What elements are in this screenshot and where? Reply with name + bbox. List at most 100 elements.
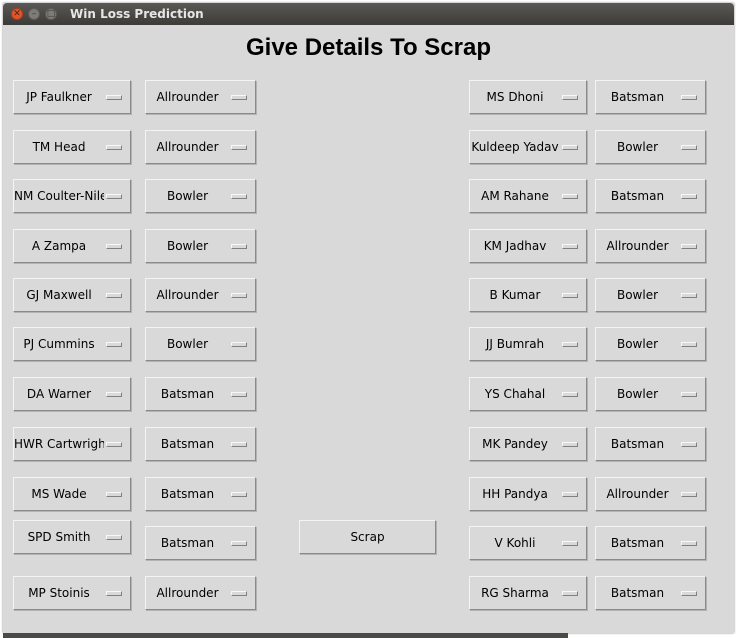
dropdown-indicator-icon bbox=[231, 392, 247, 397]
dropdown-indicator-icon bbox=[681, 541, 697, 546]
dropdown-value: B Kumar bbox=[489, 288, 541, 302]
team1-role-select[interactable]: Batsman bbox=[145, 526, 256, 560]
dropdown-value: HWR Cartwright bbox=[14, 437, 104, 451]
dropdown-indicator-icon bbox=[681, 591, 697, 596]
dropdown-indicator-icon bbox=[562, 492, 578, 497]
dropdown-value: SPD Smith bbox=[27, 530, 91, 544]
team2-role-select[interactable]: Batsman bbox=[595, 179, 706, 213]
team1-role-select[interactable]: Bowler bbox=[145, 179, 256, 213]
dropdown-indicator-icon bbox=[681, 392, 697, 397]
dropdown-value: Kuldeep Yadav bbox=[471, 140, 559, 154]
dropdown-value: DA Warner bbox=[26, 387, 92, 401]
team2-player-select[interactable]: JJ Bumrah bbox=[469, 327, 587, 361]
team1-player-select[interactable]: MS Wade bbox=[13, 477, 131, 511]
team1-role-select[interactable]: Allrounder bbox=[145, 278, 256, 312]
team1-player-select[interactable]: MP Stoinis bbox=[13, 576, 131, 610]
team1-role-select[interactable]: Allrounder bbox=[145, 576, 256, 610]
team2-role-select[interactable]: Bowler bbox=[595, 130, 706, 164]
window-title: Win Loss Prediction bbox=[70, 7, 204, 21]
dropdown-value: NM Coulter-Nile bbox=[14, 189, 104, 203]
dropdown-indicator-icon bbox=[231, 492, 247, 497]
title-bar: ✕ – □ Win Loss Prediction bbox=[3, 3, 734, 25]
team2-player-select[interactable]: HH Pandya bbox=[469, 477, 587, 511]
minimize-window-button[interactable]: – bbox=[28, 8, 40, 20]
page-title: Give Details To Scrap bbox=[246, 34, 491, 61]
team2-role-select[interactable]: Allrounder bbox=[595, 477, 706, 511]
team2-player-select[interactable]: RG Sharma bbox=[469, 576, 587, 610]
dropdown-indicator-icon bbox=[681, 95, 697, 100]
team1-player-select[interactable]: NM Coulter-Nile bbox=[13, 179, 131, 213]
team2-player-select[interactable]: KM Jadhav bbox=[469, 229, 587, 263]
team2-player-select[interactable]: Kuldeep Yadav bbox=[469, 130, 587, 164]
team1-role-select[interactable]: Bowler bbox=[145, 327, 256, 361]
dropdown-indicator-icon bbox=[681, 492, 697, 497]
team1-role-select[interactable]: Allrounder bbox=[145, 130, 256, 164]
dropdown-indicator-icon bbox=[681, 342, 697, 347]
team2-player-select[interactable]: MS Dhoni bbox=[469, 80, 587, 114]
team1-player-select[interactable]: PJ Cummins bbox=[13, 327, 131, 361]
dropdown-value: HH Pandya bbox=[482, 487, 548, 501]
scrap-button[interactable]: Scrap bbox=[299, 520, 436, 554]
dropdown-value: Batsman bbox=[160, 487, 215, 501]
team2-role-select[interactable]: Batsman bbox=[595, 427, 706, 461]
team2-role-select[interactable]: Batsman bbox=[595, 576, 706, 610]
dropdown-value: Allrounder bbox=[156, 288, 219, 302]
taskbar-strip bbox=[3, 633, 568, 638]
team2-role-select[interactable]: Batsman bbox=[595, 80, 706, 114]
dropdown-indicator-icon bbox=[681, 293, 697, 298]
team1-player-select[interactable]: SPD Smith bbox=[13, 520, 131, 554]
app-window: ✕ – □ Win Loss Prediction Give Details T… bbox=[3, 3, 734, 633]
dropdown-indicator-icon bbox=[231, 145, 247, 150]
team2-player-select[interactable]: V Kohli bbox=[469, 526, 587, 560]
team1-role-select[interactable]: Batsman bbox=[145, 377, 256, 411]
dropdown-value: Bowler bbox=[616, 337, 659, 351]
dropdown-indicator-icon bbox=[106, 293, 122, 298]
team1-role-select[interactable]: Allrounder bbox=[145, 80, 256, 114]
team1-player-select[interactable]: JP Faulkner bbox=[13, 80, 131, 114]
close-window-button[interactable]: ✕ bbox=[11, 8, 23, 20]
team2-player-select[interactable]: MK Pandey bbox=[469, 427, 587, 461]
team2-role-select[interactable]: Allrounder bbox=[595, 229, 706, 263]
maximize-window-button[interactable]: □ bbox=[45, 8, 57, 20]
dropdown-value: Allrounder bbox=[156, 90, 219, 104]
dropdown-indicator-icon bbox=[562, 342, 578, 347]
team1-player-select[interactable]: A Zampa bbox=[13, 229, 131, 263]
team2-role-select[interactable]: Bowler bbox=[595, 327, 706, 361]
dropdown-indicator-icon bbox=[231, 194, 247, 199]
dropdown-value: Bowler bbox=[616, 387, 659, 401]
team1-player-select[interactable]: GJ Maxwell bbox=[13, 278, 131, 312]
dropdown-value: Batsman bbox=[610, 437, 665, 451]
dropdown-indicator-icon bbox=[231, 244, 247, 249]
dropdown-indicator-icon bbox=[106, 591, 122, 596]
team2-role-select[interactable]: Bowler bbox=[595, 377, 706, 411]
dropdown-value: JJ Bumrah bbox=[485, 337, 545, 351]
dropdown-indicator-icon bbox=[231, 342, 247, 347]
dropdown-value: Batsman bbox=[160, 536, 215, 550]
dropdown-indicator-icon bbox=[562, 442, 578, 447]
team2-player-select[interactable]: YS Chahal bbox=[469, 377, 587, 411]
team1-role-select[interactable]: Batsman bbox=[145, 477, 256, 511]
dropdown-indicator-icon bbox=[562, 293, 578, 298]
team1-role-select[interactable]: Bowler bbox=[145, 229, 256, 263]
team1-player-select[interactable]: HWR Cartwright bbox=[13, 427, 131, 461]
dropdown-indicator-icon bbox=[231, 591, 247, 596]
dropdown-value: Batsman bbox=[610, 536, 665, 550]
team2-player-select[interactable]: B Kumar bbox=[469, 278, 587, 312]
dropdown-value: JP Faulkner bbox=[26, 90, 92, 104]
maximize-icon: □ bbox=[46, 9, 56, 19]
team2-role-select[interactable]: Batsman bbox=[595, 526, 706, 560]
team2-player-select[interactable]: AM Rahane bbox=[469, 179, 587, 213]
team2-role-select[interactable]: Bowler bbox=[595, 278, 706, 312]
team1-player-select[interactable]: DA Warner bbox=[13, 377, 131, 411]
dropdown-indicator-icon bbox=[562, 194, 578, 199]
dropdown-indicator-icon bbox=[231, 95, 247, 100]
dropdown-indicator-icon bbox=[106, 442, 122, 447]
team1-role-select[interactable]: Batsman bbox=[145, 427, 256, 461]
dropdown-value: MK Pandey bbox=[482, 437, 548, 451]
dropdown-indicator-icon bbox=[681, 145, 697, 150]
dropdown-indicator-icon bbox=[681, 244, 697, 249]
team1-player-select[interactable]: TM Head bbox=[13, 130, 131, 164]
dropdown-indicator-icon bbox=[681, 442, 697, 447]
dropdown-indicator-icon bbox=[231, 442, 247, 447]
dropdown-value: Batsman bbox=[610, 189, 665, 203]
